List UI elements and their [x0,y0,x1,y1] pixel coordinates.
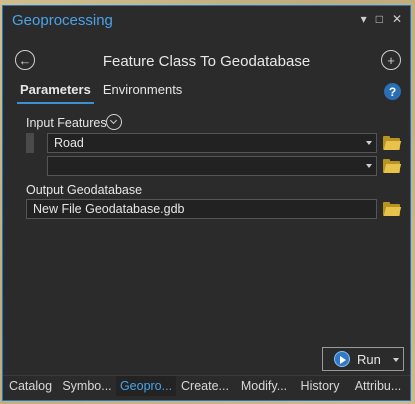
row-marker[interactable] [26,133,34,153]
chevron-down-icon[interactable] [366,141,372,145]
expand-icon[interactable] [106,114,122,130]
title-bar: Geoprocessing ▾ □ ✕ [3,6,410,34]
output-geodatabase-label: Output Geodatabase [26,183,143,197]
close-icon[interactable]: ✕ [392,13,402,25]
folder-icon[interactable] [383,136,402,150]
chevron-down-icon[interactable] [366,164,372,168]
maximize-icon[interactable]: □ [376,13,383,25]
input-features-field-2[interactable] [47,156,377,176]
folder-icon[interactable] [383,159,402,173]
tool-title: Feature Class To Geodatabase [102,53,311,70]
options-dropdown-icon[interactable]: ▾ [361,13,367,25]
tool-header: ← Feature Class To Geodatabase + [3,44,410,78]
input-features-label: Input Features [26,116,107,130]
folder-icon[interactable] [383,202,402,216]
bottom-tab-bar: Catalog Symbo... Geopro... Create... Mod… [3,375,410,396]
pane-title: Geoprocessing [12,12,113,29]
bottom-tab-attributes[interactable]: Attribu... [346,376,410,396]
run-icon [334,351,350,367]
chevron-down-icon[interactable] [393,358,399,362]
bottom-tab-create[interactable]: Create... [176,376,234,396]
input-features-value-1: Road [54,136,84,150]
output-geodatabase-value: New File Geodatabase.gdb [33,202,185,216]
bottom-tab-geoprocessing[interactable]: Geopro... [116,376,176,396]
bottom-tab-symbology[interactable]: Symbo... [58,376,116,396]
input-features-field-1[interactable]: Road [47,133,377,153]
add-icon[interactable]: + [381,50,401,70]
bottom-tab-modify[interactable]: Modify... [234,376,294,396]
run-label: Run [357,352,381,367]
geoprocessing-pane: Geoprocessing ▾ □ ✕ ← Feature Class To G… [2,5,411,401]
output-geodatabase-field[interactable]: New File Geodatabase.gdb [26,199,377,219]
run-button[interactable]: Run [322,347,404,371]
bottom-tab-history[interactable]: History [294,376,346,396]
bottom-tab-catalog[interactable]: Catalog [3,376,58,396]
tab-bar: Parameters Environments [17,82,191,104]
window-controls: ▾ □ ✕ [361,13,402,25]
tab-parameters[interactable]: Parameters [17,82,94,104]
help-icon[interactable]: ? [384,83,401,100]
tab-environments[interactable]: Environments [100,82,185,104]
